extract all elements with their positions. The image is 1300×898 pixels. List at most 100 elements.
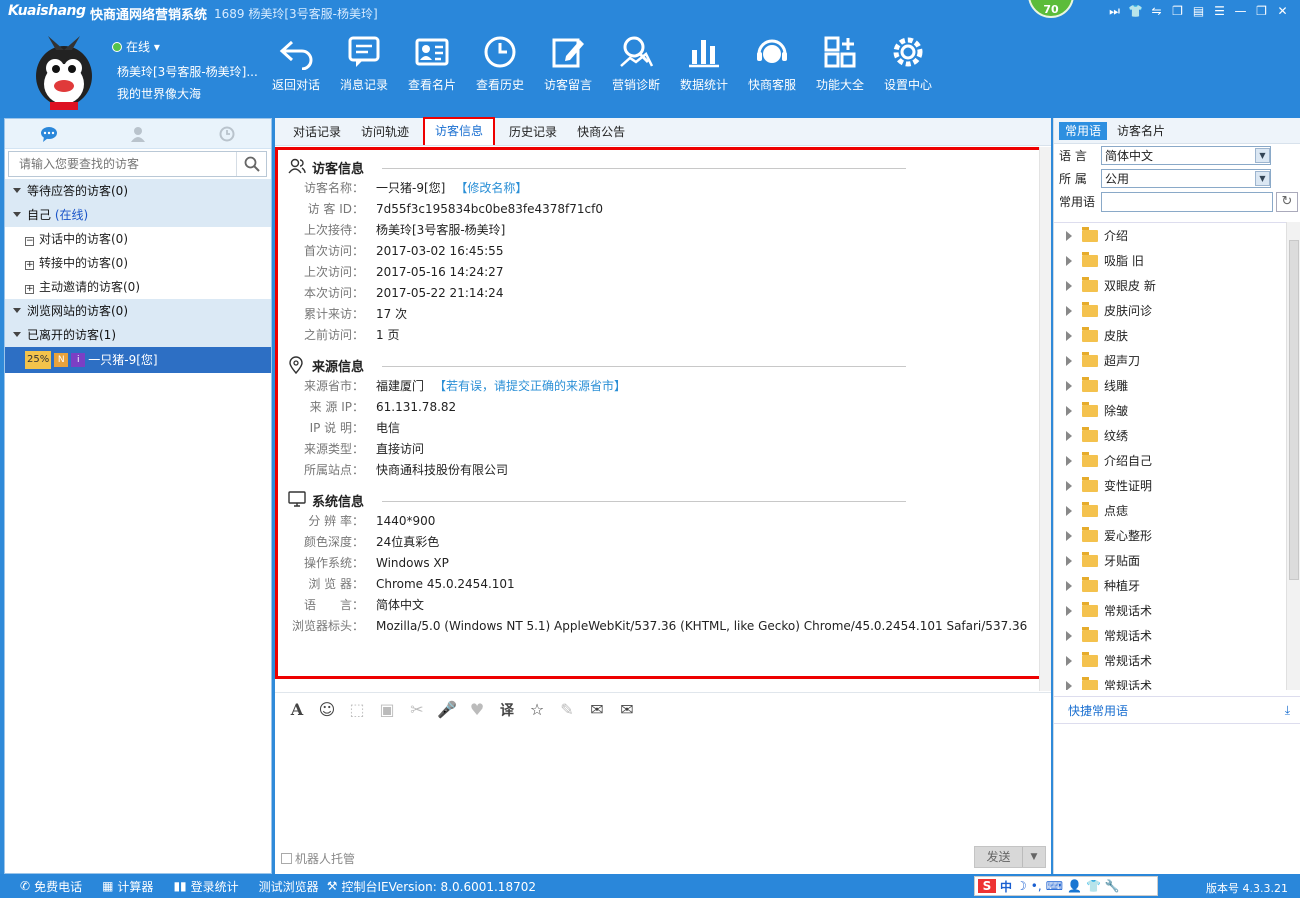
kuaishang-service-button[interactable]: 快商客服 [738,34,806,93]
user-icon[interactable]: 👤 [1067,879,1082,893]
group-talking[interactable]: − 对话中的访客(0) [5,227,271,251]
info-link[interactable]: 【若有误，请提交正确的来源省市】 [434,376,626,397]
group-browsing[interactable]: 浏览网站的访客(0) [5,299,271,323]
expand-icon[interactable] [1066,455,1072,466]
expand-icon[interactable] [1066,680,1072,690]
all-functions-button[interactable]: 功能大全 [806,34,874,93]
scissors-icon[interactable]: ✂ [405,700,429,719]
search-button[interactable] [236,152,266,176]
ime-language[interactable]: 中 [1000,878,1012,895]
expand-icon[interactable] [1066,580,1072,591]
quick-phrases-link[interactable]: 快捷常用语 [1068,702,1128,719]
shirt-icon[interactable]: 👕 [1128,4,1143,19]
tab-common-phrases[interactable]: 常用语 [1059,121,1108,140]
expand-icon[interactable] [1066,405,1072,416]
emoji-icon[interactable]: ☺ [315,700,339,719]
visitor-search-input[interactable] [9,152,236,176]
skip-icon[interactable]: ⏭ [1107,4,1122,19]
download-icon[interactable]: ⤓ [1285,703,1290,718]
score-badge[interactable]: 70 [1028,0,1074,18]
star-icon[interactable]: ☆ [525,700,549,719]
tab-visit-track[interactable]: 访问轨迹 [351,119,419,145]
expand-icon[interactable] [1066,330,1072,341]
minimize-icon[interactable]: — [1233,4,1248,19]
phrase-folder[interactable]: 皮肤 [1054,323,1300,348]
visitor-message-button[interactable]: 访客留言 [534,34,602,93]
tab-history-record[interactable]: 历史记录 [499,119,567,145]
info-link[interactable]: 【修改名称】 [455,178,527,199]
heart-icon[interactable]: ♥ [465,700,489,719]
robot-hosting-checkbox[interactable]: 机器人托管 [281,850,355,867]
console-button[interactable]: ⚒ 控制台IEVersion: 8.0.6001.18702 [327,878,536,895]
shirt-icon[interactable]: 👕 [1086,879,1101,893]
phrase-scrollbar[interactable] [1286,222,1300,690]
expand-icon[interactable] [1066,555,1072,566]
expand-icon[interactable] [1066,355,1072,366]
expand-icon[interactable] [1066,230,1072,241]
punctuation-icon[interactable]: •, [1031,879,1042,893]
expand-icon[interactable] [1066,655,1072,666]
expand-icon[interactable] [1066,380,1072,391]
language-select[interactable]: 简体中文 ▼ [1101,146,1271,165]
phrase-folder[interactable]: 常规话术 [1054,673,1300,690]
visitor-item[interactable]: 25% N i 一只猪-9[您] [5,347,271,373]
phrase-folder[interactable]: 种植牙 [1054,573,1300,598]
phrase-folder[interactable]: 超声刀 [1054,348,1300,373]
refresh-icon[interactable]: ↻ [1276,191,1298,212]
settings-center-button[interactable]: 设置中心 [874,34,942,93]
expand-icon[interactable] [1066,605,1072,616]
phrase-folder[interactable]: 双眼皮 新 [1054,273,1300,298]
phrase-folder[interactable]: 介绍 [1054,223,1300,248]
message-record-button[interactable]: 消息记录 [330,34,398,93]
mail-icon[interactable]: ✉ [585,700,609,719]
swap-icon[interactable]: ⇋ [1149,4,1164,19]
wrench-icon[interactable]: 🔧 [1105,879,1120,893]
group-self[interactable]: 自己 (在线) [5,203,271,227]
restore-icon[interactable]: ❐ [1254,4,1269,19]
info-scrollbar[interactable] [1039,147,1051,691]
close-icon[interactable]: ✕ [1275,4,1290,19]
keyboard-icon[interactable]: ⌨ [1046,879,1063,893]
expand-icon[interactable] [1066,305,1072,316]
phrase-folder[interactable]: 常规话术 [1054,623,1300,648]
phrase-folder[interactable]: 线雕 [1054,373,1300,398]
phrase-search-input[interactable] [1101,191,1273,212]
tab-contacts[interactable] [94,119,183,148]
test-browser-button[interactable]: 测试浏览器 [259,878,319,895]
phrase-folder[interactable]: 皮肤问诊 [1054,298,1300,323]
tab-chat[interactable] [5,119,94,148]
login-stats-button[interactable]: ▮▮ 登录统计 [173,878,238,895]
phrase-folder[interactable]: 常规话术 [1054,598,1300,623]
mail-close-icon[interactable]: ✉ [615,700,639,719]
group-transferring[interactable]: + 转接中的访客(0) [5,251,271,275]
group-left[interactable]: 已离开的访客(1) [5,323,271,347]
expand-icon[interactable] [1066,505,1072,516]
tab-chat-record[interactable]: 对话记录 [283,119,351,145]
free-call-button[interactable]: ✆ 免费电话 [20,878,82,895]
menu-icon[interactable]: ☰ [1212,4,1227,19]
microphone-icon[interactable]: 🎤 [435,700,459,719]
tab-visitor-card[interactable]: 访客名片 [1111,122,1171,140]
scroll-thumb[interactable] [1289,240,1299,580]
pencil-icon[interactable]: ✎ [555,700,579,719]
phrase-folder[interactable]: 吸脂 旧 [1054,248,1300,273]
tab-announcement[interactable]: 快商公告 [567,119,635,145]
ime-toolbar[interactable]: S 中 ☽ •, ⌨ 👤 👕 🔧 [974,876,1158,896]
avatar[interactable] [28,28,100,112]
tab-history[interactable] [182,119,271,148]
expand-icon[interactable] [1066,480,1072,491]
screenshot-icon[interactable]: ⬚ [345,700,369,719]
marketing-diagnosis-button[interactable]: 营销诊断 [602,34,670,93]
return-chat-button[interactable]: 返回对话 [262,34,330,93]
phrase-folder[interactable]: 纹绣 [1054,423,1300,448]
phrase-folder[interactable]: 点痣 [1054,498,1300,523]
phrase-folder[interactable]: 除皱 [1054,398,1300,423]
phrase-folder[interactable]: 牙贴面 [1054,548,1300,573]
view-card-button[interactable]: 查看名片 [398,34,466,93]
phrase-folder[interactable]: 介绍自己 [1054,448,1300,473]
message-composer[interactable] [275,728,1051,844]
chat-icon[interactable]: ▤ [1191,4,1206,19]
copy-icon[interactable]: ❐ [1170,4,1185,19]
view-history-button[interactable]: 查看历史 [466,34,534,93]
expand-icon[interactable] [1066,255,1072,266]
